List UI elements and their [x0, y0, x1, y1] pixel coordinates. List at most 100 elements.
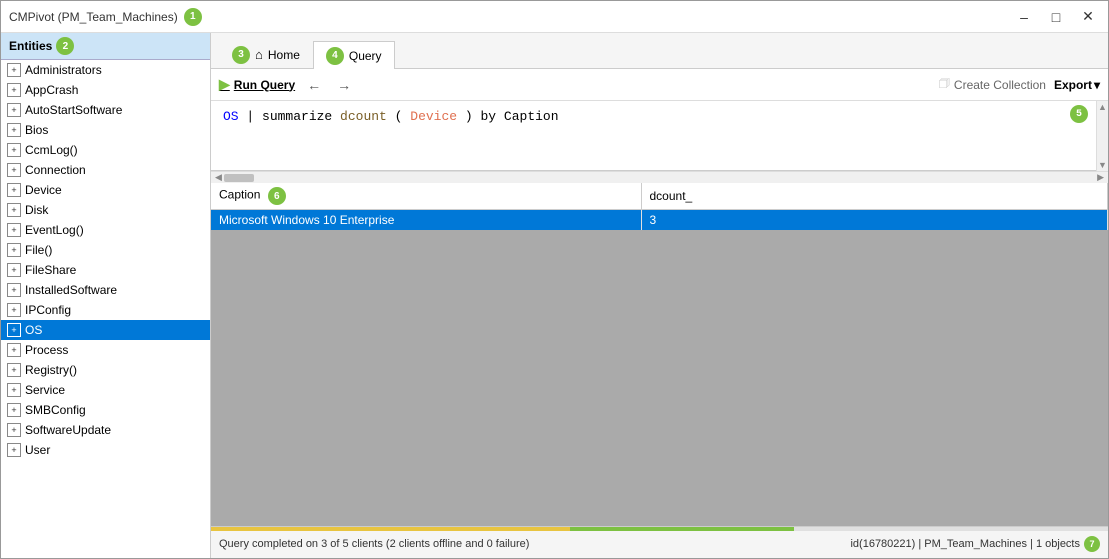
vertical-scrollbar[interactable]: ▲ ▼	[1096, 101, 1108, 171]
expand-icon[interactable]: +	[7, 243, 21, 257]
sidebar-item-label: Service	[25, 383, 65, 397]
sidebar-item-appcrash[interactable]: + AppCrash	[1, 80, 210, 100]
expand-icon[interactable]: +	[7, 283, 21, 297]
query-tab-badge: 4	[326, 47, 344, 65]
status-bar: Query completed on 3 of 5 clients (2 cli…	[211, 526, 1108, 558]
sidebar-item-label: SMBConfig	[25, 403, 86, 417]
sidebar-item-label: Device	[25, 183, 62, 197]
tab-query[interactable]: 4 Query	[313, 41, 395, 69]
sidebar-item-registry--[interactable]: + Registry()	[1, 360, 210, 380]
export-button[interactable]: Export ▾	[1054, 78, 1100, 92]
sidebar-item-label: InstalledSoftware	[25, 283, 117, 297]
title-bar-left: CMPivot (PM_Team_Machines) 1	[9, 8, 202, 26]
create-collection-label: Create Collection	[954, 78, 1046, 92]
entities-label: Entities	[9, 39, 52, 53]
sidebar-item-label: Process	[25, 343, 68, 357]
sidebar-item-label: AutoStartSoftware	[25, 103, 122, 117]
sidebar-item-installedsoftware[interactable]: + InstalledSoftware	[1, 280, 210, 300]
sidebar-item-device[interactable]: + Device	[1, 180, 210, 200]
expand-icon[interactable]: +	[7, 443, 21, 457]
sidebar: Entities 2 +Administrators+AppCrash+Auto…	[1, 33, 211, 558]
run-query-button[interactable]: ▶ Run Query	[219, 76, 295, 93]
col-header-caption: Caption 6	[211, 183, 641, 210]
expand-icon[interactable]: +	[7, 123, 21, 137]
sidebar-item-service[interactable]: + Service	[1, 380, 210, 400]
expand-icon[interactable]: +	[7, 83, 21, 97]
forward-button[interactable]: →	[333, 75, 355, 95]
toolbar: ▶ Run Query ← → 🗇 Create Collection Expo…	[211, 69, 1108, 101]
sidebar-item-process[interactable]: + Process	[1, 340, 210, 360]
cell-caption: Microsoft Windows 10 Enterprise	[211, 210, 641, 230]
minimize-button[interactable]: –	[1012, 5, 1036, 29]
close-button[interactable]: ✕	[1076, 5, 1100, 29]
expand-icon[interactable]: +	[7, 343, 21, 357]
sidebar-item-label: AppCrash	[25, 83, 78, 97]
sidebar-header: Entities 2	[1, 33, 210, 60]
sidebar-item-fileshare[interactable]: +FileShare	[1, 260, 210, 280]
title-bar: CMPivot (PM_Team_Machines) 1 – □ ✕	[1, 1, 1108, 33]
expand-icon[interactable]: +	[7, 203, 21, 217]
sidebar-item-eventlog--[interactable]: +EventLog()	[1, 220, 210, 240]
scroll-left-icon[interactable]: ◀	[213, 172, 224, 183]
expand-icon[interactable]: +	[7, 383, 21, 397]
expand-icon[interactable]: +	[7, 183, 21, 197]
status-right: id(16780221) | PM_Team_Machines | 1 obje…	[850, 536, 1100, 552]
sidebar-item-administrators[interactable]: +Administrators	[1, 60, 210, 80]
sidebar-item-label: Registry()	[25, 363, 77, 377]
sidebar-list: +Administrators+AppCrash+AutoStartSoftwa…	[1, 60, 210, 558]
export-dropdown-icon: ▾	[1094, 78, 1100, 92]
table-row[interactable]: Microsoft Windows 10 Enterprise 3	[211, 210, 1108, 230]
query-editor[interactable]: OS | summarize dcount ( Device ) by Capt…	[211, 101, 1096, 171]
expand-icon[interactable]: +	[7, 363, 21, 377]
expand-icon[interactable]: +	[7, 143, 21, 157]
dcount-link[interactable]: 3	[650, 213, 657, 227]
sidebar-item-file--[interactable]: +File()	[1, 240, 210, 260]
sidebar-item-ccmlog--[interactable]: +CcmLog()	[1, 140, 210, 160]
results-table-header: Caption 6 dcount_	[211, 183, 1108, 210]
sidebar-item-label: Connection	[25, 163, 86, 177]
expand-icon[interactable]: +	[7, 223, 21, 237]
sidebar-item-softwareupdate[interactable]: + SoftwareUpdate	[1, 420, 210, 440]
expand-icon[interactable]: +	[7, 63, 21, 77]
scroll-thumb[interactable]	[224, 174, 254, 182]
sidebar-item-user[interactable]: + User	[1, 440, 210, 460]
tab-home[interactable]: 3 ⌂ Home	[219, 40, 313, 68]
sidebar-item-connection[interactable]: + Connection	[1, 160, 210, 180]
back-button[interactable]: ←	[303, 75, 325, 95]
col-header-dcount: dcount_	[641, 183, 1108, 210]
expand-icon[interactable]: +	[7, 263, 21, 277]
scroll-down-icon[interactable]: ▼	[1098, 160, 1107, 170]
query-text: OS | summarize dcount ( Device ) by Capt…	[223, 109, 559, 124]
entities-badge: 2	[56, 37, 74, 55]
expand-icon[interactable]: +	[7, 403, 21, 417]
results-body: Microsoft Windows 10 Enterprise 3	[211, 210, 1108, 526]
cell-dcount[interactable]: 3	[641, 210, 1108, 230]
sidebar-item-ipconfig[interactable]: +IPConfig	[1, 300, 210, 320]
expand-icon[interactable]: +	[7, 303, 21, 317]
query-badge: 5	[1070, 105, 1088, 123]
col-dcount-label: dcount_	[650, 189, 693, 203]
sidebar-item-autostartsoftware[interactable]: + AutoStartSoftware	[1, 100, 210, 120]
sidebar-item-label: User	[25, 443, 50, 457]
scroll-up-icon[interactable]: ▲	[1098, 102, 1107, 112]
expand-icon[interactable]: +	[7, 103, 21, 117]
status-badge: 7	[1084, 536, 1100, 552]
horizontal-scrollbar[interactable]: ◀ ▶	[211, 171, 1108, 183]
maximize-button[interactable]: □	[1044, 5, 1068, 29]
status-left-text: Query completed on 3 of 5 clients (2 cli…	[219, 538, 529, 550]
sidebar-item-bios[interactable]: +Bios	[1, 120, 210, 140]
expand-icon[interactable]: +	[7, 163, 21, 177]
home-tab-badge: 3	[232, 46, 250, 64]
main-panel: 3 ⌂ Home 4 Query ▶ Run Query ← →	[211, 33, 1108, 558]
sidebar-item-label: SoftwareUpdate	[25, 423, 111, 437]
main-window: CMPivot (PM_Team_Machines) 1 – □ ✕ Entit…	[0, 0, 1109, 559]
title-bar-controls: – □ ✕	[1012, 5, 1100, 29]
sidebar-item-smbconfig[interactable]: + SMBConfig	[1, 400, 210, 420]
sidebar-item-disk[interactable]: +Disk	[1, 200, 210, 220]
expand-icon[interactable]: +	[7, 323, 21, 337]
expand-icon[interactable]: +	[7, 423, 21, 437]
query-tab-label: Query	[349, 49, 382, 63]
create-collection-button[interactable]: 🗇 Create Collection	[939, 74, 1046, 95]
scroll-right-icon[interactable]: ▶	[1095, 172, 1106, 183]
sidebar-item-os[interactable]: +OS	[1, 320, 210, 340]
